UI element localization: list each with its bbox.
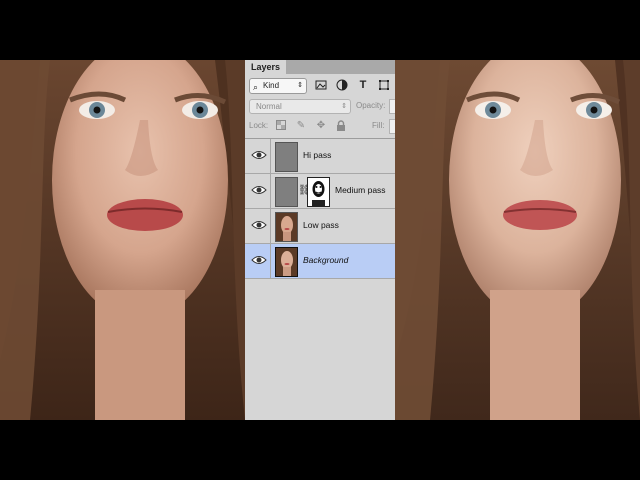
layer-thumbnail [275, 177, 298, 207]
eye-visibility-icon[interactable] [251, 218, 267, 232]
divider [270, 174, 271, 208]
fill-label: Fill: [372, 121, 385, 130]
divider [270, 139, 271, 173]
layer-thumbnail [275, 142, 298, 172]
panel-tab-bar: Layers [245, 60, 395, 74]
lock-transparent-icon[interactable] [275, 120, 287, 132]
kind-filter-label: Kind [263, 81, 280, 90]
blend-mode-value: Normal [256, 102, 282, 111]
divider [270, 244, 271, 278]
lock-paint-icon[interactable]: ✎ [295, 120, 307, 132]
lock-all-icon[interactable] [335, 120, 347, 132]
lock-row: Lock: ✎ ✥ Fill: [245, 116, 395, 139]
tab-layers[interactable]: Layers [245, 60, 287, 74]
before-photo [0, 60, 245, 420]
filter-row: ⌕ Kind ⇕ T [245, 74, 395, 96]
layer-row-background[interactable]: Background [245, 244, 395, 279]
layer-thumbnail [275, 247, 298, 277]
divider [270, 209, 271, 243]
eye-visibility-icon[interactable] [251, 253, 267, 267]
opacity-label: Opacity: [356, 101, 386, 110]
layer-thumbnail [275, 212, 298, 242]
blend-row: Normal ⇕ Opacity: [245, 96, 395, 116]
eye-visibility-icon[interactable] [251, 183, 267, 197]
layer-name: Background [303, 255, 349, 265]
letterbox-bottom [0, 420, 640, 480]
adjustment-filter-icon[interactable] [336, 79, 348, 91]
letterbox-top [0, 0, 640, 60]
layer-name: Hi pass [303, 150, 332, 160]
kind-filter-select[interactable]: ⌕ Kind ⇕ [249, 78, 307, 94]
shape-filter-icon[interactable] [378, 79, 390, 91]
search-icon: ⌕ [253, 82, 259, 92]
updown-arrow-icon: ⇕ [341, 103, 347, 110]
layer-mask-thumbnail[interactable] [307, 177, 330, 207]
lock-label: Lock: [249, 121, 269, 130]
layers-panel: Layers ⌕ Kind ⇕ T Normal ⇕ Opacity: Lock… [245, 60, 395, 420]
image-filter-icon[interactable] [315, 79, 327, 91]
eye-visibility-icon[interactable] [251, 148, 267, 162]
updown-arrow-icon: ⇕ [297, 82, 303, 89]
type-filter-icon[interactable]: T [357, 79, 369, 91]
layer-row-low-pass[interactable]: Low pass [245, 209, 395, 244]
blend-mode-select[interactable]: Normal ⇕ [249, 99, 351, 114]
layer-name: Medium pass [335, 185, 386, 195]
after-photo [395, 60, 640, 420]
layer-row-medium-pass[interactable]: ⛓ Medium pass [245, 174, 395, 209]
lock-position-icon[interactable]: ✥ [315, 120, 327, 132]
layer-name: Low pass [303, 220, 339, 230]
layer-row-hi-pass[interactable]: Hi pass [245, 139, 395, 174]
